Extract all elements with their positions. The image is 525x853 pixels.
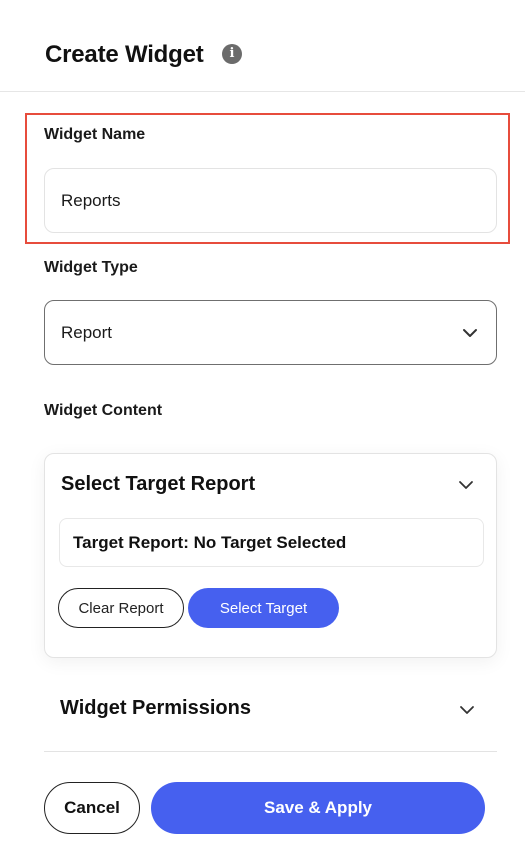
target-report-card: Select Target Report Target Report: No T… — [44, 453, 497, 658]
widget-name-input[interactable]: Reports — [44, 168, 497, 233]
info-icon[interactable]: i — [222, 44, 242, 64]
chevron-down-icon — [460, 706, 474, 714]
widget-type-value: Report — [61, 322, 113, 342]
select-target-button[interactable]: Select Target — [188, 588, 339, 628]
widget-content-label: Widget Content — [44, 402, 163, 419]
page-title: Create Widget — [45, 41, 204, 68]
target-report-status: Target Report: No Target Selected — [59, 518, 484, 567]
widget-permissions-title: Widget Permissions — [60, 697, 251, 719]
save-apply-button[interactable]: Save & Apply — [151, 782, 485, 834]
widget-type-select[interactable]: Report — [44, 300, 497, 365]
widget-permissions-section[interactable]: Widget Permissions — [44, 680, 497, 740]
clear-report-button[interactable]: Clear Report — [58, 588, 184, 628]
cancel-button[interactable]: Cancel — [44, 782, 140, 834]
chevron-down-icon — [463, 328, 477, 337]
widget-name-value: Reports — [61, 190, 121, 210]
widget-name-label: Widget Name — [44, 126, 146, 143]
divider — [44, 751, 497, 752]
target-report-text: Target Report: No Target Selected — [73, 532, 347, 552]
widget-type-label: Widget Type — [44, 259, 138, 276]
header: Create Widget i — [0, 0, 525, 92]
select-target-report-title[interactable]: Select Target Report — [61, 473, 255, 496]
chevron-down-icon[interactable] — [456, 475, 476, 495]
